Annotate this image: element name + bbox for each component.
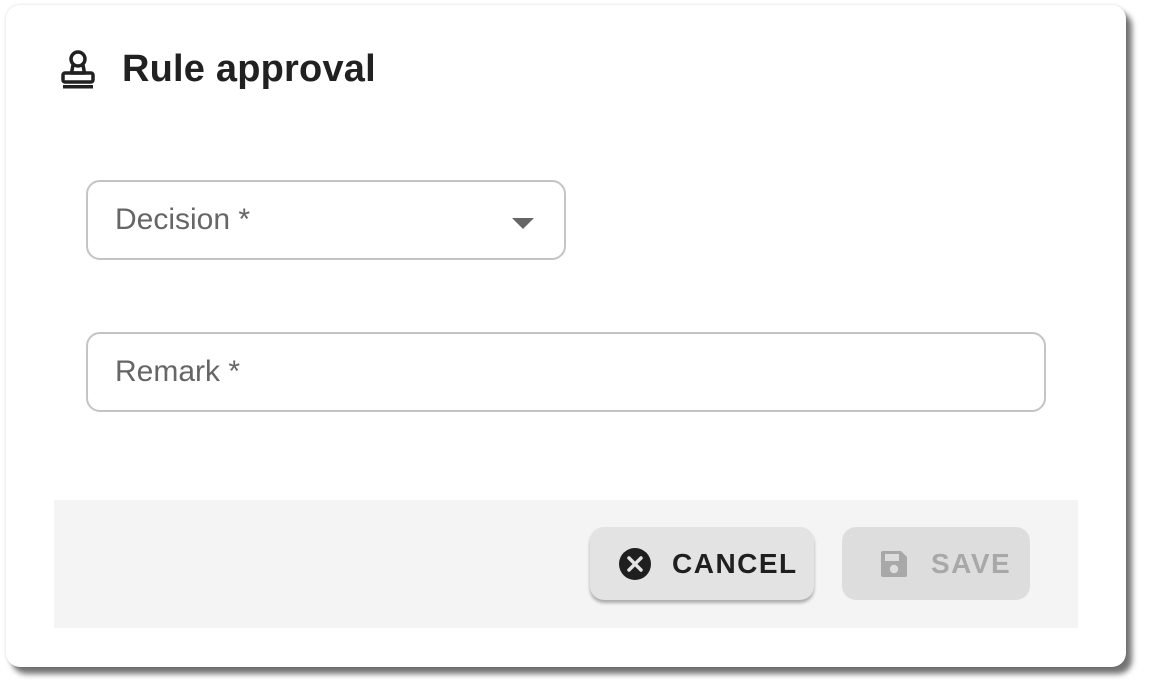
save-button[interactable]: SAVE <box>842 527 1030 600</box>
cancel-button[interactable]: CANCEL <box>590 527 814 600</box>
remark-label: Remark * <box>115 355 241 388</box>
decision-select[interactable]: Decision * <box>86 180 566 260</box>
remark-field[interactable]: Remark * <box>86 332 1046 412</box>
dialog-title: Rule approval <box>122 47 376 90</box>
dialog-actions: CANCEL SAVE <box>54 500 1078 628</box>
rule-approval-dialog: Rule approval Decision * Remark * CANCEL <box>6 5 1126 667</box>
dialog-header: Rule approval <box>60 47 376 91</box>
cancel-button-label: CANCEL <box>672 547 798 579</box>
dropdown-arrow-icon[interactable] <box>512 218 534 229</box>
floppy-disk-icon <box>877 547 911 581</box>
decision-label: Decision * <box>115 203 251 236</box>
cancel-circle-icon <box>618 547 652 581</box>
stamp-icon <box>60 47 96 91</box>
save-button-label: SAVE <box>931 547 1012 579</box>
